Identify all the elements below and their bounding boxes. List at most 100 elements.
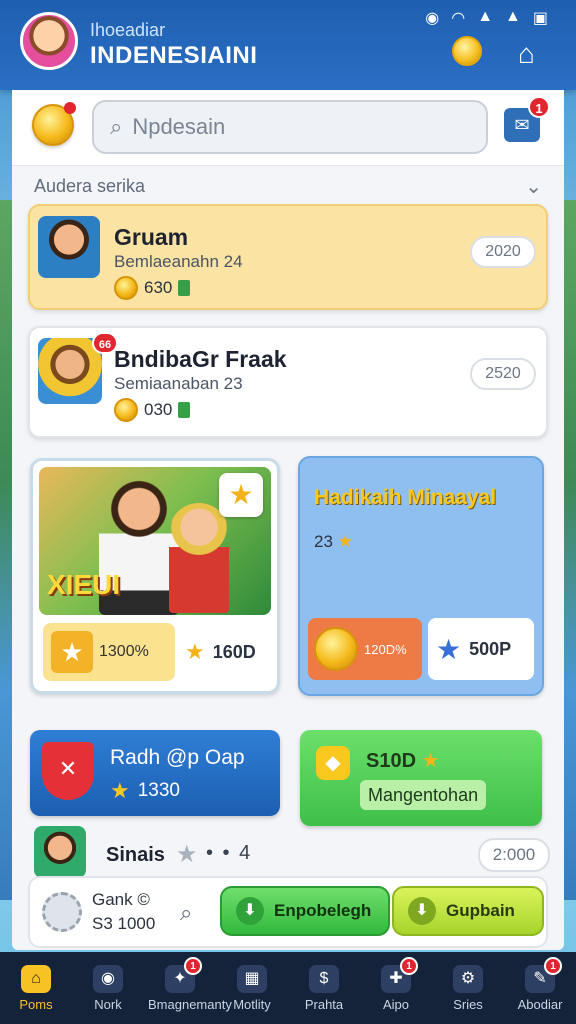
list-item[interactable]: 66 BndibaGr Fraak Semiaanaban 23 030 252… [28,326,548,438]
coin-reward-box[interactable]: 120D% [308,618,422,680]
app-header: ◉ ◠ ▲ ▲ ▣ Ihoeadiar INDENESIAINI ⌂ [0,0,576,90]
search-icon[interactable]: ⌕ [180,900,192,926]
item-subtitle: Bemlaeanahn 24 [114,252,243,271]
coin-icon[interactable] [452,36,482,66]
coin-label: 120D% [364,641,407,657]
heroine-character [169,503,229,613]
secondary-button[interactable]: ⬇ Gupbain [392,886,544,936]
amount-value: 030 [144,400,173,419]
star-icon: ★ [436,633,462,665]
app-title: INDENESIAINI [90,42,258,69]
star-reward-box[interactable]: ★ 500P [428,618,534,680]
search-bar-row: ⌕ Npdesain ✉ 1 [12,90,564,166]
wifi-icon: ◠ [451,10,466,27]
coin-icon: $ [309,964,339,993]
app-subtitle: Ihoeadiar [90,20,166,40]
nav-label: Motlity [233,996,271,1012]
nav-item-grid[interactable]: ▦ Motlity [220,964,284,1012]
profile-avatar[interactable] [20,12,78,70]
search-icon: ⌕ [110,114,123,139]
action-button-right[interactable]: ◆ S10D ★ Mangentohan [300,730,542,826]
coin-icon [114,398,138,422]
home-icon: ⌂ [21,964,51,993]
star-icon[interactable]: ★ [219,473,263,517]
item-name: Gank © [92,890,150,909]
reward-box[interactable]: ★ 1300% [43,623,175,681]
record-icon: ◉ [425,10,440,27]
coin-icon [314,627,358,671]
coin-icon [114,276,138,300]
list-item[interactable]: Sinais ★ • • 4 2:000 [12,824,564,884]
nav-label: Abodiar [517,996,563,1012]
nav-label: Nork [94,996,122,1012]
trend-up-icon [178,280,191,296]
star-icon: ★ [51,631,93,673]
nav-badge: 1 [400,956,418,975]
status-bar: ◉ ◠ ▲ ▲ ▣ [425,8,548,28]
messages-button[interactable]: ✉ 1 [504,96,550,142]
action-button-left[interactable]: ✕ Radh @p Oap ★ 1330 [30,730,280,816]
item-subtitle: Semiaanaban 23 [114,374,243,393]
nav-label: Prahta [304,996,344,1012]
star-icon: ★ [110,778,130,803]
camera-icon: ◉ [93,964,123,993]
nav-item-settings[interactable]: ⚙ Sries [436,964,500,1012]
bottom-card: Gank © S3 1000 ⌕ ⬇ Enpobelegh ⬇ Gupbain [28,876,548,948]
action-value: ★ 1330 [110,778,180,804]
nav-badge: 1 [184,956,202,975]
star-reward-label: 500P [469,638,512,659]
section-title: Audera serika [34,176,146,196]
avatar [38,216,100,278]
shield-icon: ✕ [42,742,94,800]
secondary-button-label: Gupbain [446,901,515,920]
item-name: Gruam [114,224,189,250]
message-badge: 1 [528,96,550,118]
nav-item-home[interactable]: ⌂ Poms [4,964,68,1012]
action-title: S10D ★ [366,748,440,773]
nav-item-coin[interactable]: $ Prahta [292,964,356,1012]
user-icon[interactable]: ⌂ [518,38,535,70]
value-pill[interactable]: 2020 [470,236,536,268]
star-icon: ★ [421,750,440,772]
reward-icon: ◆ [316,746,350,780]
grid-icon: ▦ [237,964,267,993]
signal-icon: ▲ [477,8,494,25]
search-input[interactable]: ⌕ Npdesain [92,100,488,154]
nav-badge: 1 [544,956,562,975]
action-amount: 1330 [137,780,181,801]
stars-amount: 160D [212,641,256,662]
download-icon: ⬇ [236,897,264,925]
battery-icon: ▣ [532,10,548,27]
amount-value: 630 [144,278,173,297]
value-pill[interactable]: 2:000 [478,838,550,872]
item-name: BndibaGr Fraak [114,346,287,372]
settings-icon: ⚙ [453,964,483,993]
nav-item-map[interactable]: ✦ 1 Bmagnemanty [148,956,232,1012]
item-amount: 030 [114,398,191,422]
star-icon[interactable]: ★ [176,840,198,869]
bottom-navigation: ⌂ Poms ◉ Nork ✦ 1 Bmagnemanty ▦ Motlity … [0,952,576,1024]
chevron-down-icon[interactable]: ⌄ [525,174,542,199]
item-dots: • • 4 [206,842,253,864]
promo-count: 23 ★ [314,532,353,552]
signal-icon: ▲ [505,8,521,25]
nav-label: Poms [19,996,53,1012]
star-icon: ★ [337,532,353,551]
list-item[interactable]: Gruam Bemlaeanahn 24 630 2020 [28,204,548,310]
gear-icon[interactable] [42,892,82,932]
item-name: Sinais [106,844,165,866]
coin-wallet-button[interactable] [32,102,76,146]
primary-button[interactable]: ⬇ Enpobelegh [220,886,390,936]
value-pill[interactable]: 2520 [470,358,536,390]
nav-item-camera[interactable]: ◉ Nork [76,964,140,1012]
promo-title: Hadikaih Minaayal [314,486,497,509]
nav-item-puzzle[interactable]: ✚ 1 Aipo [364,956,428,1012]
item-value: S3 1000 [92,914,156,933]
nav-item-chat[interactable]: ✎ 1 Abodiar [508,956,572,1012]
nav-label: Sries [453,996,483,1012]
main-panel: ⌕ Npdesain ✉ 1 Audera serika ⌄ Gruam Bem… [12,90,564,950]
promo-card-left[interactable]: XIEUI ★ ★ 1300% ★ 160D [30,458,280,694]
item-amount: 630 [114,276,191,300]
reward-value: 1300% [99,643,149,660]
promo-card-right[interactable]: Hadikaih Minaayal 23 ★ 120D% ★ 500P [298,456,544,696]
